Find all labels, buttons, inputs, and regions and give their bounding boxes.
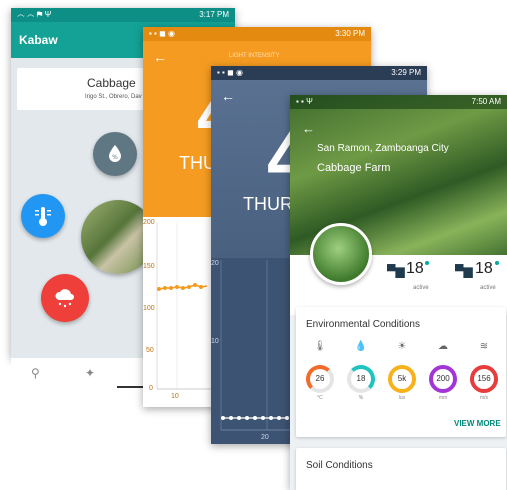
rain-cloud-icon: ☁ <box>438 341 448 352</box>
status-icons: ▪ ▪ ◼ ◉ <box>217 68 243 77</box>
sensor1-status-dot <box>425 261 429 265</box>
humidity-button[interactable]: % <box>93 132 137 176</box>
status-time: 7:50 AM <box>471 97 501 106</box>
back-arrow-icon[interactable]: ← <box>302 121 315 136</box>
wind-unit: m/s <box>479 395 489 401</box>
humidity-drop-icon: % <box>107 144 123 162</box>
wind-gauge: 156 <box>470 365 498 393</box>
status-bar: ▪ ▪ Ψ 7:50 AM <box>290 95 507 109</box>
y-tick: 50 <box>146 347 154 354</box>
light-gauge: 5k <box>388 365 416 393</box>
y-tick: 20 <box>211 260 219 267</box>
crop-avatar <box>310 223 372 285</box>
soil-conditions-card: Soil Conditions <box>296 448 506 490</box>
sensor1-value: 18 <box>406 260 424 277</box>
view-more-link[interactable]: VIEW MORE <box>454 419 501 428</box>
rainfall-unit: mm <box>438 395 448 401</box>
status-icons: ෴ ෴ ⚑ Ψ <box>17 10 52 19</box>
temperature-unit: °C <box>317 395 323 401</box>
farm-name: Cabbage Farm <box>317 162 391 174</box>
back-arrow-icon[interactable]: ← <box>153 49 167 65</box>
thermometer-icon <box>33 205 53 232</box>
light-unit: lux <box>398 395 406 401</box>
sun-icon: ☀ <box>397 341 407 352</box>
rainfall-button[interactable] <box>41 274 89 322</box>
y-tick: 0 <box>149 385 153 392</box>
humidity-value: 18 <box>356 374 366 383</box>
farm-card-title: Cabbage <box>87 76 136 90</box>
sensor1-status: active <box>413 285 429 291</box>
app-title: Kabaw <box>19 33 58 47</box>
status-bar: ▪ ▪ ◼ ◉ 3:29 PM <box>211 66 427 80</box>
status-time: 3:17 PM <box>199 10 229 19</box>
status-time: 3:30 PM <box>335 29 365 38</box>
y-tick: 10 <box>211 338 219 345</box>
temperature-button[interactable] <box>21 194 65 238</box>
sensor2-status-dot <box>495 261 499 265</box>
location-pin-icon[interactable]: ⚲ <box>31 366 40 380</box>
monitor-icon: ▀▆ <box>387 264 405 278</box>
humidity-drop-icon: 💧 <box>354 341 368 352</box>
thermometer-icon: 🌡 <box>313 341 327 352</box>
rainfall-value: 200 <box>436 374 450 383</box>
farm-card-address: Irigo St., Obrero, Dav <box>85 94 142 100</box>
leaf-icon[interactable]: ✦ <box>85 366 95 380</box>
soil-card-title: Soil Conditions <box>306 460 373 471</box>
sensor2-value: 18 <box>475 260 493 277</box>
back-arrow-icon[interactable]: ← <box>221 88 235 104</box>
x-tick: 20 <box>261 434 269 441</box>
status-bar: ▪ ▪ ◼ ◉ 3:30 PM <box>143 27 371 41</box>
farm-location: San Ramon, Zamboanga City <box>317 143 449 154</box>
rain-cloud-icon <box>53 286 77 315</box>
humidity-unit: % <box>358 395 364 401</box>
temperature-value: 26 <box>315 374 325 383</box>
environmental-conditions-card: Environmental Conditions 🌡 💧 ☀ ☁ ≋ 26 °C… <box>296 307 506 437</box>
y-tick: 100 <box>143 305 155 312</box>
y-tick: 150 <box>143 263 155 270</box>
y-tick: 200 <box>143 219 155 226</box>
rainfall-gauge: 200 <box>429 365 457 393</box>
phone-screen-farm-detail: ▪ ▪ Ψ 7:50 AM ← San Ramon, Zamboanga Cit… <box>290 95 507 490</box>
temperature-gauge: 26 <box>306 365 334 393</box>
env-card-title: Environmental Conditions <box>306 319 420 330</box>
status-bar: ෴ ෴ ⚑ Ψ 3:17 PM <box>11 8 235 22</box>
wind-icon: ≋ <box>479 341 489 352</box>
status-icons: ▪ ▪ ◼ ◉ <box>149 29 175 38</box>
wind-value: 156 <box>477 374 491 383</box>
screen-title: LIGHT INTENSITY <box>229 53 280 59</box>
status-icons: ▪ ▪ Ψ <box>296 97 313 106</box>
svg-text:%: % <box>112 154 118 161</box>
x-tick: 10 <box>171 393 179 400</box>
sensor2-status: active <box>480 285 496 291</box>
sensor-device-icon: ▀▆ <box>455 264 473 278</box>
nav-active-indicator <box>117 386 143 388</box>
status-time: 3:29 PM <box>391 68 421 77</box>
humidity-gauge: 18 <box>347 365 375 393</box>
light-value: 5k <box>397 374 407 383</box>
